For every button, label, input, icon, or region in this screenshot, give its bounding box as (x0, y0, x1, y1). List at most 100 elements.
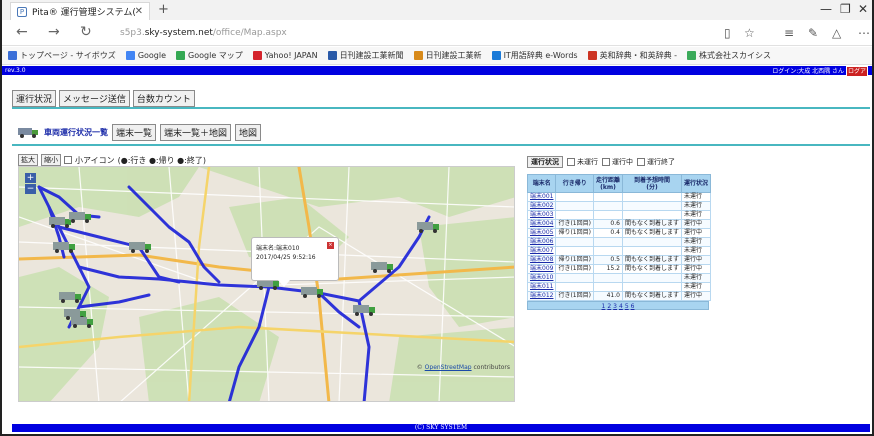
cell-distance: 0.5 (592, 255, 623, 265)
filter-running-checkbox[interactable] (602, 158, 610, 166)
popup-terminal-name: 端末名:端末010 (256, 245, 300, 252)
zoom-out-button[interactable]: 縮小 (41, 154, 61, 166)
cell-terminal-name[interactable]: 端末004 (526, 219, 557, 229)
cell-terminal-name[interactable]: 端末001 (526, 192, 557, 202)
cell-direction (555, 210, 594, 220)
col-direction: 行き帰り (555, 174, 594, 193)
hub-icon[interactable]: ≡ (784, 26, 794, 40)
login-user: ログイン:大成 北西隅 さん (772, 68, 845, 75)
top-nav: 運行状況 メッセージ送信 台数カウント (12, 90, 195, 107)
cell-terminal-name[interactable]: 端末008 (526, 255, 557, 265)
status-panel: 運行状況 未運行 運行中 運行終了 端末名 行き帰り 走行距離 (km) 到着予… (526, 156, 872, 356)
pagination: 123456 (527, 301, 709, 310)
bookmark-icon (413, 51, 423, 60)
bookmark-item[interactable]: Google (125, 51, 166, 60)
bookmark-label: IT用語辞典 e-Words (503, 51, 578, 60)
web-note-icon[interactable]: ✎ (808, 26, 818, 40)
page-link[interactable]: 4 (619, 303, 623, 310)
nav-count[interactable]: 台数カウント (132, 90, 195, 107)
filter-finished-checkbox[interactable] (637, 158, 645, 166)
vehicle-popup: × 端末名:端末010 2017/04/25 9:52:16 (251, 237, 339, 287)
cell-direction (555, 237, 594, 247)
cell-eta (621, 246, 682, 256)
osm-link[interactable]: OpenStreetMap (425, 364, 472, 371)
bookmark-item[interactable]: 日刊建設工業新聞 (327, 50, 404, 61)
page-link[interactable]: 1 (602, 303, 606, 310)
divider (12, 107, 870, 109)
favorite-star-icon[interactable]: ☆ (744, 26, 755, 40)
cell-terminal-name[interactable]: 端末003 (526, 210, 557, 220)
bookmark-item[interactable]: 日刊建設工業新 (413, 50, 482, 61)
bookmark-icon (491, 51, 501, 60)
cell-distance: 15.2 (592, 264, 623, 274)
subnav-map[interactable]: 地図 (235, 124, 262, 141)
forward-icon[interactable]: → (48, 24, 60, 40)
bookmark-icon (687, 51, 697, 60)
map-view[interactable]: + − × 端末名:端末010 2017/04/25 9:52:16 © Ope… (18, 166, 515, 402)
close-window-icon[interactable]: ✕ (858, 2, 868, 16)
more-icon[interactable]: ⋯ (858, 26, 870, 40)
col-status: 運行状況 (680, 174, 712, 193)
cell-direction (555, 201, 594, 211)
cell-terminal-name[interactable]: 端末009 (526, 264, 557, 274)
cell-terminal-name[interactable]: 端末012 (526, 291, 557, 301)
cell-distance (592, 192, 623, 202)
cell-terminal-name[interactable]: 端末011 (526, 282, 557, 292)
logout-button[interactable]: ログア (845, 66, 868, 77)
refresh-icon[interactable]: ↻ (80, 24, 92, 40)
map-attribution: © OpenStreetMap contributors (417, 364, 510, 371)
new-tab-icon[interactable]: + (158, 2, 169, 17)
reading-view-icon[interactable]: ▯ (724, 26, 731, 40)
table-row: 端末006 未運行 (526, 237, 712, 247)
col-distance: 走行距離 (km) (592, 174, 623, 193)
bookmark-item[interactable]: 英和辞典・和英辞典 - (587, 50, 677, 61)
cell-terminal-name[interactable]: 端末002 (526, 201, 557, 211)
bookmarks-bar: トップページ - サイボウズ Google Google マップ Yahoo! JAP… (2, 47, 872, 65)
cell-status: 運行中 (680, 291, 712, 301)
bookmark-item[interactable]: Google マップ (176, 50, 243, 61)
address-bar: ← → ↻ s5p3.sky-system.net/office/Map.asp… (2, 20, 872, 46)
bookmark-item[interactable]: 株式会社スカイシス (687, 50, 771, 61)
zoom-in-button[interactable]: 拡大 (18, 154, 38, 166)
cell-terminal-name[interactable]: 端末006 (526, 237, 557, 247)
filter-running: 運行中 (602, 157, 633, 167)
bookmark-item[interactable]: IT用語辞典 e-Words (491, 50, 578, 61)
nav-send-message[interactable]: メッセージ送信 (59, 90, 130, 107)
filter-not-running-checkbox[interactable] (567, 158, 575, 166)
cell-status: 運行中 (680, 228, 712, 238)
popup-close-icon[interactable]: × (327, 242, 334, 249)
subnav-terminal-list[interactable]: 端末一覧 (112, 124, 157, 141)
sub-nav: 車両運行状況一覧 端末一覧 端末一覧＋地図 地図 (18, 124, 262, 141)
page-link[interactable]: 5 (625, 303, 629, 310)
table-row: 端末009 行き(1回目) 15.2 間もなく到着します 運行中 (526, 264, 712, 274)
map-zoom-in-button[interactable]: + (25, 173, 36, 183)
filter-not-running: 未運行 (567, 157, 598, 167)
cell-direction: 行き(1回目) (555, 264, 594, 274)
bookmark-item[interactable]: トップページ - サイボウズ (8, 50, 116, 61)
small-icon-checkbox[interactable] (64, 156, 72, 164)
cell-distance (592, 273, 623, 283)
page-link[interactable]: 3 (613, 303, 617, 310)
minimize-icon[interactable]: — (820, 2, 832, 16)
back-icon[interactable]: ← (16, 24, 28, 40)
close-tab-icon[interactable]: ✕ (135, 6, 143, 17)
footer: (C) SKY SYSTEM (12, 424, 870, 432)
status-filter: 運行状況 未運行 運行中 運行終了 (527, 156, 872, 168)
cell-terminal-name[interactable]: 端末010 (526, 273, 557, 283)
cell-distance: 41.0 (592, 291, 623, 301)
table-row: 端末011 未運行 (526, 282, 712, 292)
maximize-icon[interactable]: ❐ (840, 2, 851, 16)
page-link[interactable]: 6 (631, 303, 635, 310)
map-zoom-out-button[interactable]: − (25, 184, 36, 194)
cell-status: 運行中 (680, 264, 712, 274)
browser-tab[interactable]: P Pita® 運行管理システム( ✕ (10, 2, 150, 20)
nav-operation-status[interactable]: 運行状況 (12, 90, 57, 107)
bookmark-item[interactable]: Yahoo! JAPAN (252, 51, 318, 60)
cell-terminal-name[interactable]: 端末005 (526, 228, 557, 238)
url-field[interactable]: s5p3.sky-system.net/office/Map.aspx (120, 28, 287, 38)
cell-terminal-name[interactable]: 端末007 (526, 246, 557, 256)
subnav-terminal-list-map[interactable]: 端末一覧＋地図 (160, 124, 232, 141)
share-icon[interactable]: △ (832, 26, 841, 40)
page-link[interactable]: 2 (607, 303, 611, 310)
status-header-button[interactable]: 運行状況 (527, 156, 563, 168)
